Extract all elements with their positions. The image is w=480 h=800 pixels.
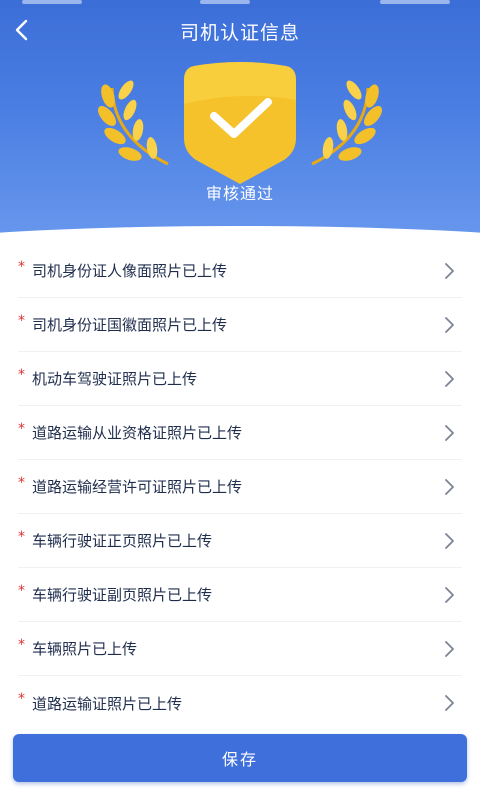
certification-list: * 司机身份证人像面照片已上传 * 司机身份证国徽面照片已上传 * 机动车驾驶证照片已上传…	[0, 244, 480, 730]
list-item-label: 司机身份证人像面照片已上传	[32, 262, 228, 280]
list-item[interactable]: * 司机身份证国徽面照片已上传	[18, 298, 462, 352]
laurel-left-icon	[98, 80, 169, 166]
list-item[interactable]: * 车辆行驶证副页照片已上传	[18, 568, 462, 622]
required-marker: *	[18, 312, 25, 329]
list-item-label: 机动车驾驶证照片已上传	[32, 370, 198, 388]
list-item[interactable]: * 司机身份证人像面照片已上传	[18, 244, 462, 298]
required-marker: *	[18, 691, 25, 707]
app-header: 司机认证信息	[0, 8, 480, 52]
list-item[interactable]: * 车辆行驶证正页照片已上传	[18, 514, 462, 568]
save-button[interactable]: 保存	[13, 734, 467, 782]
list-item-label: 道路运输从业资格证照片已上传	[32, 424, 243, 442]
review-status: 审核通过	[205, 184, 274, 203]
list-item-label: 车辆行驶证副页照片已上传	[32, 586, 213, 604]
check-shield-icon	[184, 62, 296, 184]
chevron-right-icon	[445, 640, 454, 657]
required-marker: *	[18, 258, 25, 275]
list-item[interactable]: * 道路运输经营许可证照片已上传	[18, 460, 462, 514]
list-item-label: 车辆照片已上传	[32, 640, 138, 658]
chevron-right-icon	[445, 695, 454, 711]
required-marker: *	[18, 636, 25, 653]
list-item[interactable]: * 车辆照片已上传	[18, 622, 462, 676]
list-item[interactable]: * 道路运输证照片已上传	[18, 676, 462, 730]
status-bar	[0, 0, 480, 8]
required-marker: *	[18, 420, 25, 437]
chevron-right-icon	[445, 424, 454, 441]
page-title: 司机认证信息	[179, 22, 300, 44]
chevron-right-icon	[445, 586, 454, 603]
list-item[interactable]: * 机动车驾驶证照片已上传	[18, 352, 462, 406]
laurel-right-icon	[311, 80, 382, 166]
required-marker: *	[18, 582, 25, 599]
list-item-label: 道路运输经营许可证照片已上传	[32, 478, 243, 496]
required-marker: *	[18, 528, 25, 545]
list-item[interactable]: * 道路运输从业资格证照片已上传	[18, 406, 462, 460]
list-item-label: 车辆行驶证正页照片已上传	[32, 532, 213, 550]
required-marker: *	[18, 366, 25, 383]
chevron-right-icon	[445, 370, 454, 387]
chevron-right-icon	[445, 532, 454, 549]
chevron-right-icon	[445, 316, 454, 333]
chevron-right-icon	[445, 478, 454, 495]
list-item-label: 司机身份证国徽面照片已上传	[32, 316, 228, 334]
list-item-label: 道路运输证照片已上传	[32, 694, 183, 713]
required-marker: *	[18, 474, 25, 491]
chevron-right-icon	[445, 262, 454, 279]
